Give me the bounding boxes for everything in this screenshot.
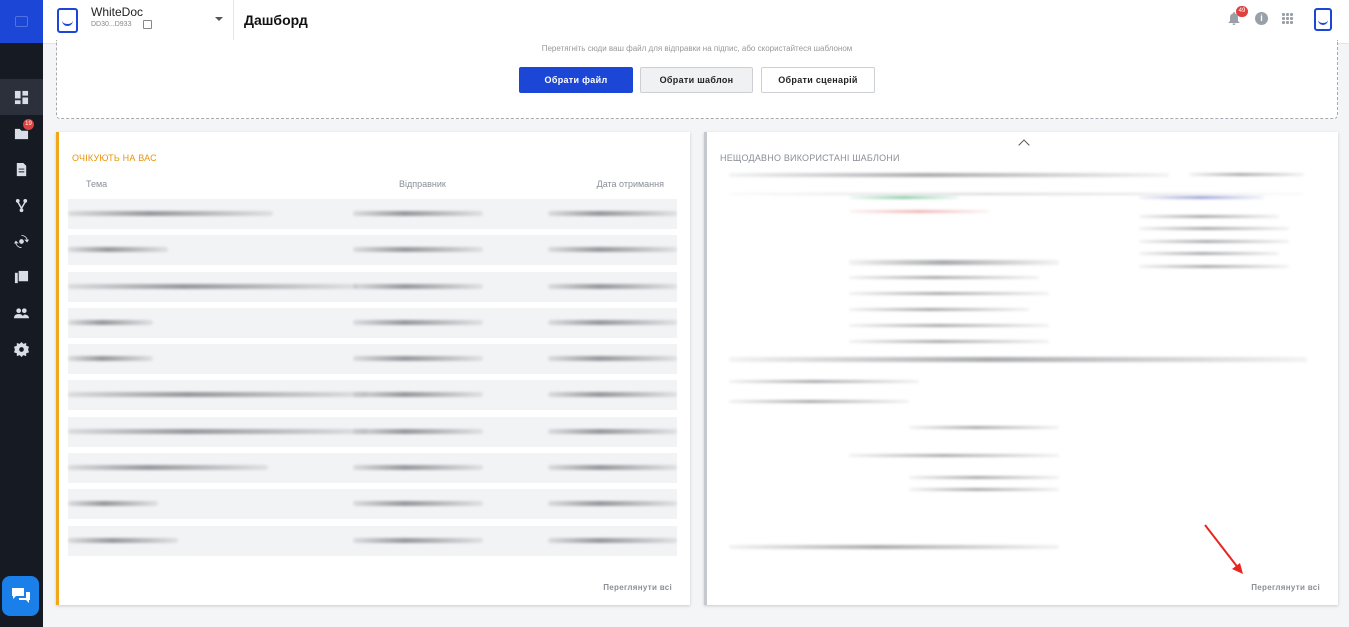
users-icon (14, 307, 29, 318)
sidebar-item-library[interactable] (0, 259, 43, 295)
view-all-templates-link[interactable]: Переглянути всі (1251, 583, 1320, 592)
table-row[interactable] (68, 344, 677, 375)
column-header-sender[interactable]: Відправник (399, 179, 446, 189)
choose-file-button[interactable]: Обрати файл (519, 67, 633, 93)
sidebar: 19 (0, 0, 43, 627)
app-logo[interactable] (0, 0, 43, 43)
info-icon[interactable]: i (1255, 12, 1268, 25)
table-row[interactable] (68, 380, 677, 411)
table-row[interactable] (68, 235, 677, 266)
organization-switcher[interactable]: WhiteDoc DD30...D933 (43, 0, 234, 44)
table-row[interactable] (68, 199, 677, 229)
sidebar-item-workflows[interactable] (0, 187, 43, 223)
file-dropzone[interactable]: Перетягніть сюди ваш файл для відправки … (56, 40, 1338, 119)
awaiting-list (68, 199, 677, 562)
awaiting-documents-card: ОЧІКУЮТЬ НА ВАС Тема Відправник Дата отр… (56, 132, 690, 605)
templates-card-title: НЕЩОДАВНО ВИКОРИСТАНІ ШАБЛОНИ (720, 153, 900, 163)
document-icon (16, 162, 27, 176)
column-header-subject[interactable]: Тема (86, 179, 107, 189)
sidebar-item-documents[interactable]: 19 (0, 115, 43, 151)
table-row[interactable] (68, 453, 677, 484)
table-row[interactable] (68, 307, 677, 338)
choose-scenario-button[interactable]: Обрати сценарій (761, 67, 875, 93)
support-chat-button[interactable] (2, 576, 39, 616)
organization-name: WhiteDoc (91, 5, 144, 19)
template-preview[interactable] (729, 170, 1309, 570)
caret-down-icon[interactable] (215, 17, 223, 21)
settings-icon (14, 341, 29, 357)
table-row[interactable] (68, 416, 677, 447)
workflow-icon (15, 198, 28, 212)
choose-template-button[interactable]: Обрати шаблон (640, 67, 753, 93)
table-row[interactable] (68, 271, 677, 302)
chevron-up-icon[interactable] (1018, 139, 1030, 151)
awaiting-card-title: ОЧІКУЮТЬ НА ВАС (72, 153, 157, 163)
doc-logo-icon (15, 16, 28, 27)
top-bar: WhiteDoc DD30...D933 Дашборд 49 i (43, 0, 1349, 44)
sidebar-item-dashboard[interactable] (0, 79, 43, 115)
table-row[interactable] (68, 489, 677, 520)
sidebar-item-files[interactable] (0, 151, 43, 187)
apps-grid-icon[interactable] (1282, 13, 1293, 24)
folder-badge: 19 (23, 119, 34, 130)
sidebar-nav: 19 (0, 79, 43, 367)
library-icon (14, 270, 29, 283)
sidebar-item-sync[interactable] (0, 223, 43, 259)
whitedoc-logo-icon (57, 8, 78, 33)
column-header-date[interactable]: Дата отримання (597, 179, 664, 189)
copy-icon[interactable] (143, 20, 152, 29)
dashboard-icon (14, 90, 29, 104)
notification-badge: 49 (1236, 6, 1248, 17)
chat-icon (11, 588, 30, 603)
dropzone-hint: Перетягніть сюди ваш файл для відправки … (541, 44, 853, 53)
view-all-awaiting-link[interactable]: Переглянути всі (603, 583, 672, 592)
organization-id: DD30...D933 (91, 21, 132, 28)
annotation-arrow-icon (1204, 524, 1243, 574)
table-row[interactable] (68, 525, 677, 556)
sidebar-item-contacts[interactable] (0, 295, 43, 331)
sidebar-item-settings[interactable] (0, 331, 43, 367)
page-title: Дашборд (244, 12, 308, 28)
sync-icon (14, 234, 29, 248)
brand-logo-icon[interactable] (1314, 8, 1332, 31)
